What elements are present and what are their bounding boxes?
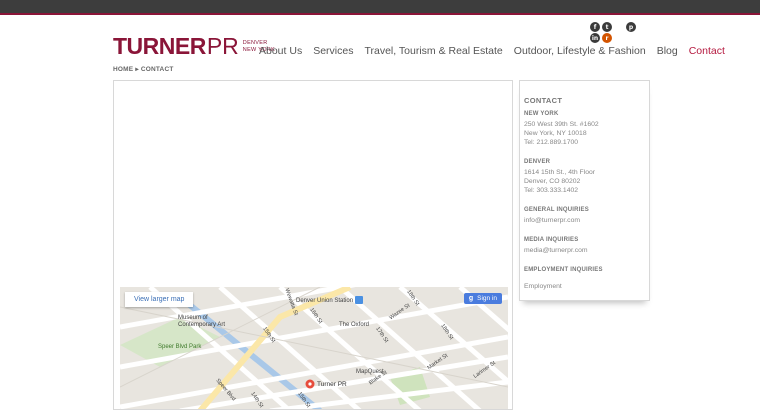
contact-employment: EMPLOYMENT INQUIRIES Employment: [524, 267, 645, 291]
google-map[interactable]: View larger map g Sign in Denver Union S…: [120, 287, 508, 409]
breadcrumb-current: CONTACT: [140, 66, 174, 73]
turner-pr-logo[interactable]: TURNER PR DENVER NEW YORK: [113, 33, 275, 60]
map-label-union-station: Denver Union Station: [296, 298, 354, 304]
contact-sidebar: CONTACT NEW YORK 250 West 39th St. #1602…: [519, 80, 650, 301]
map-label-museum: Museum of Contemporary Art: [178, 315, 226, 328]
nav-contact[interactable]: Contact: [689, 45, 725, 57]
map-label-speer-park: Speer Blvd Park: [158, 344, 202, 350]
general-email-link[interactable]: info@turnerpr.com: [524, 216, 645, 225]
twitter-icon[interactable]: t: [602, 22, 612, 32]
contact-title: CONTACT: [524, 96, 563, 105]
main-content-panel: View larger map g Sign in Denver Union S…: [113, 80, 513, 410]
nav-outdoor[interactable]: Outdoor, Lifestyle & Fashion: [514, 45, 646, 57]
main-nav: About Us Services Travel, Tourism & Real…: [259, 45, 725, 57]
logo-name-bold: TURNER: [113, 33, 206, 59]
ny-address-line2: New York, NY 10018: [524, 130, 587, 137]
top-bar: [0, 0, 760, 15]
facebook-icon[interactable]: f: [590, 22, 600, 32]
ny-heading: NEW YORK: [524, 111, 559, 117]
contact-denver: DENVER 1614 15th St., 4th Floor Denver, …: [524, 159, 645, 195]
view-larger-map-button[interactable]: View larger map: [125, 292, 194, 307]
breadcrumb: HOME ▸ CONTACT: [113, 65, 174, 73]
rss-icon[interactable]: r: [602, 33, 612, 43]
nav-blog[interactable]: Blog: [657, 45, 678, 57]
media-email-link[interactable]: media@turnerpr.com: [524, 246, 645, 255]
pinterest-icon[interactable]: p: [626, 22, 636, 32]
contact-new-york: NEW YORK 250 West 39th St. #1602 New Yor…: [524, 111, 645, 147]
google-g-icon: g: [468, 295, 474, 302]
ny-phone: Tel: 212.889.1700: [524, 139, 579, 146]
general-heading: GENERAL INQUIRIES: [524, 207, 589, 213]
breadcrumb-home[interactable]: HOME: [113, 66, 133, 73]
map-label-turner-pr: Turner PR: [317, 381, 347, 388]
nav-about[interactable]: About Us: [259, 45, 302, 57]
employment-link[interactable]: Employment: [524, 282, 645, 291]
denver-heading: DENVER: [524, 159, 551, 165]
denver-phone: Tel: 303.333.1402: [524, 187, 579, 194]
nav-travel[interactable]: Travel, Tourism & Real Estate: [364, 45, 502, 57]
denver-address-line2: Denver, CO 80202: [524, 178, 581, 185]
media-heading: MEDIA INQUIRIES: [524, 237, 579, 243]
contact-general: GENERAL INQUIRIES info@turnerpr.com: [524, 207, 645, 225]
nav-services[interactable]: Services: [313, 45, 353, 57]
map-label-oxford: The Oxford: [339, 322, 370, 328]
map-sign-in-button[interactable]: g Sign in: [463, 293, 502, 304]
breadcrumb-separator: ▸: [135, 66, 139, 73]
contact-media: MEDIA INQUIRIES media@turnerpr.com: [524, 237, 645, 255]
logo-name-light: PR: [206, 33, 239, 59]
ny-address-line1: 250 West 39th St. #1602: [524, 121, 599, 128]
map-sign-in-label: Sign in: [477, 295, 497, 302]
denver-address-line1: 1614 15th St., 4th Floor: [524, 169, 596, 176]
linkedin-icon[interactable]: in: [590, 33, 600, 43]
employment-heading: EMPLOYMENT INQUIRIES: [524, 267, 603, 273]
